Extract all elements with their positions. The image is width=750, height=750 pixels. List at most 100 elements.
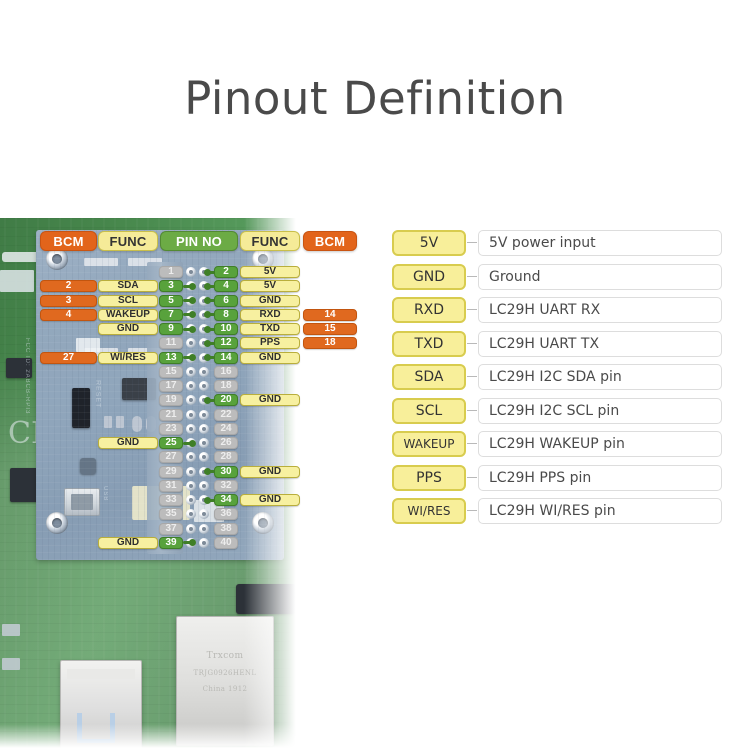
gpio-solder-pad — [199, 480, 209, 491]
hat-component-cap — [76, 338, 100, 352]
legend-signal-badge-txd: TXD — [392, 330, 466, 357]
hat-usb-label: USB — [102, 486, 108, 502]
pcb-pad-block — [0, 270, 34, 292]
pin-link-dot — [204, 396, 211, 404]
pinout-func-left-7: WAKEUP — [98, 308, 158, 321]
pinout-func-right-6: GND — [240, 294, 300, 307]
pinout-pin-4: 4 — [214, 280, 238, 293]
pinout-pin-36: 36 — [214, 508, 238, 521]
legend-description-pps: LC29H PPS pin — [478, 464, 722, 491]
pinout-pin-32: 32 — [214, 479, 238, 492]
legend-signal-badge-rxd: RXD — [392, 297, 466, 323]
pinout-func-right-4: 5V — [240, 280, 300, 293]
pinout-pin-15: 15 — [159, 365, 183, 378]
pinout-func-right-12: PPS — [240, 337, 300, 350]
pcb-pad-a — [2, 624, 20, 636]
legend-row: GND Ground — [392, 263, 722, 290]
gpio-solder-pad — [199, 537, 209, 548]
pinout-header-bcm-left: BCM — [40, 231, 97, 251]
hat-pad-x1 — [104, 416, 112, 428]
pinout-header-bcm-right: BCM — [303, 231, 357, 251]
pinout-func-left-3: SDA — [98, 280, 158, 293]
pinout-pin-11: 11 — [159, 337, 183, 350]
pinout-func-left-5: SCL — [98, 294, 158, 307]
legend-description-scl: LC29H I2C SCL pin — [478, 397, 722, 424]
pinout-func-right-10: TXD — [240, 323, 300, 336]
legend-connector-dash — [467, 510, 477, 511]
legend-row: PPS LC29H PPS pin — [392, 464, 722, 491]
pinout-pin-8: 8 — [214, 308, 238, 321]
legend-row: WAKEUP LC29H WAKEUP pin — [392, 431, 722, 457]
pinout-pin-27: 27 — [159, 451, 183, 464]
legend-signal-badge-wi-res: WI/RES — [392, 498, 466, 524]
pin-link-dot — [204, 268, 211, 276]
pin-link-dot — [204, 325, 211, 333]
pin-link-dot — [189, 354, 196, 362]
pinout-pin-29: 29 — [159, 465, 183, 478]
gpio-solder-pad — [186, 523, 196, 534]
pin-link-dot — [204, 339, 211, 347]
pinout-pin-35: 35 — [159, 508, 183, 521]
pinout-pin-2: 2 — [214, 266, 238, 278]
pinout-pin-18: 18 — [214, 380, 238, 393]
legend-description-5v: 5V power input — [478, 230, 722, 256]
pinout-pin-25: 25 — [159, 437, 183, 450]
hat-mount-hole-tl — [46, 248, 68, 270]
gpio-solder-pad — [199, 366, 209, 377]
legend-description-wi-res: LC29H WI/RES pin — [478, 498, 722, 524]
pinout-func-right-34: GND — [240, 494, 300, 507]
pinout-header-func-left: FUNC — [98, 231, 158, 251]
pinout-func-right-2: 5V — [240, 266, 300, 278]
pinout-pin-17: 17 — [159, 380, 183, 393]
pinout-bcm-left-3: 2 — [40, 280, 97, 293]
micro-usb-port — [64, 488, 100, 516]
legend-signal-badge-pps: PPS — [392, 464, 466, 491]
pinout-pin-40: 40 — [214, 536, 238, 549]
pinout-bcm-left-5: 3 — [40, 294, 97, 307]
pinout-pin-7: 7 — [159, 308, 183, 321]
gpio-solder-pad — [186, 466, 196, 477]
pinout-func-right-20: GND — [240, 394, 300, 407]
pinout-bcm-left-7: 4 — [40, 308, 97, 321]
pinout-header-pin-no: PIN NO — [160, 231, 238, 251]
legend-row: SDA LC29H I2C SDA pin — [392, 364, 722, 390]
pinout-pin-31: 31 — [159, 479, 183, 492]
pinout-pin-21: 21 — [159, 408, 183, 421]
pinout-header-func-right: FUNC — [240, 231, 300, 251]
gpio-solder-pad — [186, 480, 196, 491]
pinout-bcm-right-10: 15 — [303, 323, 357, 336]
pinout-func-right-8: RXD — [240, 308, 300, 321]
pinout-pin-33: 33 — [159, 494, 183, 507]
pinout-pin-23: 23 — [159, 422, 183, 435]
pinout-func-right-14: GND — [240, 351, 300, 364]
gpio-solder-pad — [186, 423, 196, 434]
pinout-pin-10: 10 — [214, 323, 238, 336]
legend-signal-badge-5v: 5V — [392, 230, 466, 256]
pin-link-dot — [204, 496, 211, 504]
legend-description-gnd: Ground — [478, 263, 722, 290]
legend-connector-dash — [467, 409, 477, 411]
legend-signal-badge-sda: SDA — [392, 364, 466, 390]
pinout-pin-3: 3 — [159, 280, 183, 293]
pinout-pin-39: 39 — [159, 536, 183, 549]
pinout-func-left-25: GND — [98, 437, 158, 450]
pinout-pin-34: 34 — [214, 494, 238, 507]
pcb-pad-b — [2, 658, 20, 670]
pinout-definition-page: Pinout Definition FCC ID: 2ABCB-RPI3 IC:… — [0, 0, 750, 750]
legend-description-sda: LC29H I2C SDA pin — [478, 364, 722, 390]
hat-pad-row-1 — [84, 258, 118, 266]
pinout-bcm-left-13: 27 — [40, 351, 97, 364]
legend-description-txd: LC29H UART TX — [478, 330, 722, 357]
pinout-pin-14: 14 — [214, 351, 238, 364]
legend-connector-dash — [467, 376, 477, 377]
pinout-pin-26: 26 — [214, 437, 238, 450]
pinout-pin-24: 24 — [214, 422, 238, 435]
legend-connector-dash — [467, 275, 477, 277]
pinout-func-left-39: GND — [98, 536, 158, 549]
hat-pad-x2 — [116, 416, 124, 428]
legend-connector-dash — [467, 476, 477, 478]
hat-mount-hole-bl — [46, 512, 68, 534]
legend-connector-dash — [467, 309, 477, 310]
pinout-pin-20: 20 — [214, 394, 238, 407]
legend-description-wakeup: LC29H WAKEUP pin — [478, 431, 722, 457]
